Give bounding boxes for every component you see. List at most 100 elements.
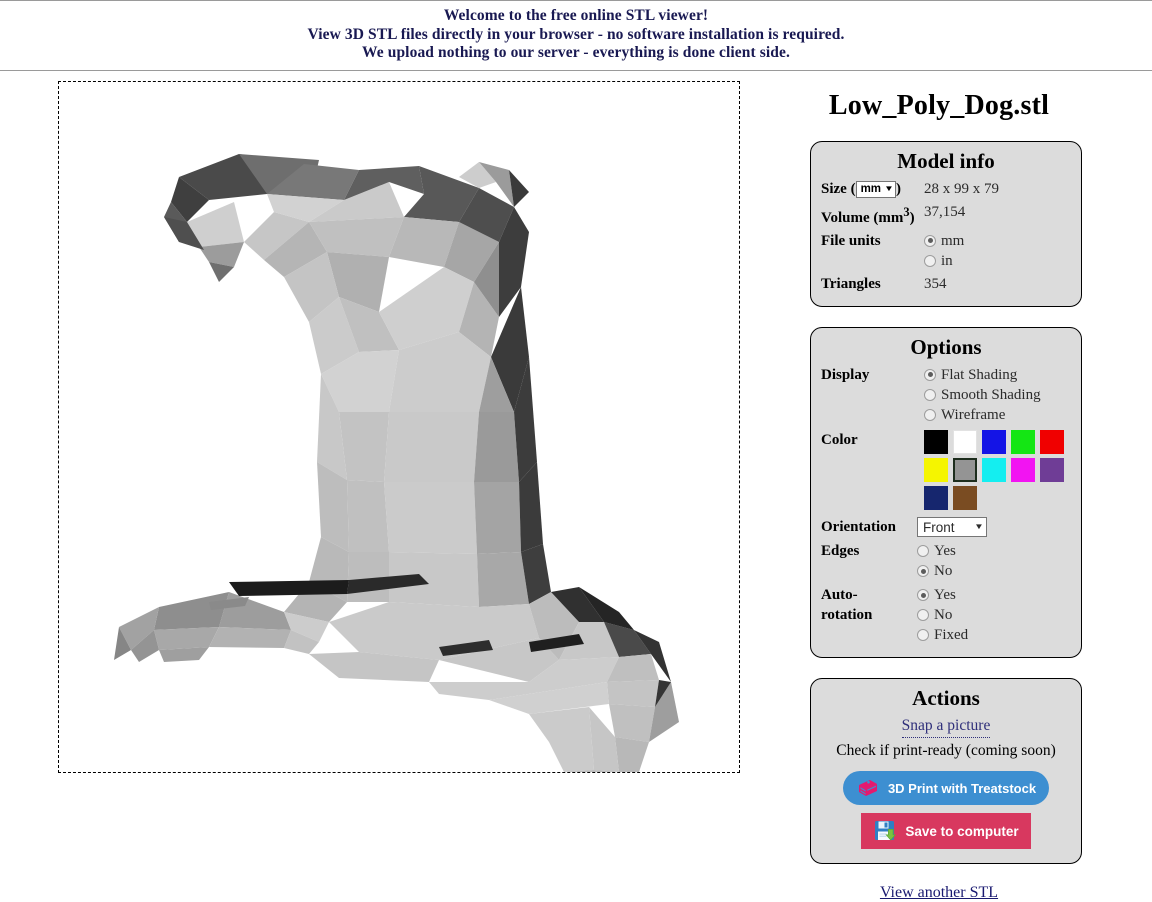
triangles-row: Triangles 354	[821, 273, 1071, 294]
floppy-disk-save-icon	[873, 819, 897, 843]
size-row: Size (mm▼) 28 x 99 x 79	[821, 178, 1071, 199]
display-row: Display Flat Shading Smooth Shading Wire…	[821, 364, 1071, 425]
autorotation-option-no[interactable]: No	[917, 605, 1071, 625]
header-line-1: Welcome to the free online STL viewer!	[0, 7, 1152, 26]
autorotation-option-fixed-label: Fixed	[934, 625, 968, 645]
model-info-panel: Model info Size (mm▼) 28 x 99 x 79 Volum…	[810, 141, 1082, 307]
chevron-down-icon: ▼	[974, 523, 984, 531]
color-swatch-blue[interactable]	[982, 430, 1006, 454]
cake-slice-icon	[856, 777, 880, 799]
radio-icon[interactable]	[924, 409, 936, 421]
treatstock-print-button[interactable]: 3D Print with Treatstock	[843, 771, 1049, 805]
stl-viewer-canvas[interactable]	[58, 81, 740, 773]
orientation-label: Orientation	[821, 516, 917, 537]
edges-option-yes[interactable]: Yes	[917, 541, 1071, 561]
viewer-column	[0, 71, 740, 773]
autorotation-option-yes[interactable]: Yes	[917, 585, 1071, 605]
radio-icon[interactable]	[917, 629, 929, 641]
view-another-stl-link[interactable]: View another STL	[880, 884, 998, 901]
color-swatch-gray[interactable]	[953, 458, 977, 482]
size-unit-value: mm	[861, 182, 885, 197]
chevron-down-icon: ▼	[884, 185, 894, 193]
print-ready-text: Check if print-ready (coming soon)	[821, 739, 1071, 763]
radio-icon[interactable]	[924, 235, 936, 247]
display-option-wireframe-label: Wireframe	[941, 405, 1005, 425]
triangles-label: Triangles	[821, 273, 924, 294]
options-title: Options	[821, 334, 1071, 360]
main-content: Low_Poly_Dog.stl Model info Size (mm▼) 2…	[0, 71, 1152, 902]
volume-label-end: )	[910, 210, 915, 226]
header-line-3: We upload nothing to our server - everyt…	[0, 44, 1152, 63]
size-unit-select[interactable]: mm▼	[856, 181, 896, 198]
file-units-option-in[interactable]: in	[924, 251, 1071, 271]
size-label-prefix: Size (	[821, 181, 856, 197]
autorotation-option-no-label: No	[934, 605, 952, 625]
color-swatch-purple[interactable]	[1040, 458, 1064, 482]
triangles-value: 354	[924, 273, 1071, 294]
color-swatch-navy[interactable]	[924, 486, 948, 510]
volume-label: Volume (mm3)	[821, 201, 924, 228]
file-units-row: File units mm in	[821, 230, 1071, 271]
file-units-radios: mm in	[924, 230, 1071, 271]
color-swatch-yellow[interactable]	[924, 458, 948, 482]
volume-label-text: Volume (mm	[821, 210, 903, 226]
volume-value: 37,154	[924, 201, 1071, 222]
size-label: Size (mm▼)	[821, 178, 924, 199]
color-swatch-magenta[interactable]	[1011, 458, 1035, 482]
footer: View another STL	[740, 884, 1152, 902]
snap-a-picture-link[interactable]: Snap a picture	[902, 715, 991, 738]
file-units-option-in-label: in	[941, 251, 953, 271]
header-line-2: View 3D STL files directly in your brows…	[0, 26, 1152, 45]
save-to-computer-button[interactable]: Save to computer	[861, 813, 1031, 849]
radio-icon[interactable]	[917, 565, 929, 577]
file-units-label: File units	[821, 230, 924, 251]
size-value: 28 x 99 x 79	[924, 178, 1071, 199]
radio-icon[interactable]	[924, 369, 936, 381]
color-swatch-green[interactable]	[1011, 430, 1035, 454]
autorotation-radios: Yes No Fixed	[917, 584, 1071, 645]
color-swatch-black[interactable]	[924, 430, 948, 454]
actions-title: Actions	[821, 685, 1071, 711]
orientation-value: Front	[923, 520, 975, 535]
radio-icon[interactable]	[917, 609, 929, 621]
file-units-option-mm-label: mm	[941, 231, 964, 251]
display-label: Display	[821, 364, 924, 385]
autorotation-label-line1: Auto-	[821, 585, 917, 605]
autorotation-option-yes-label: Yes	[934, 585, 956, 605]
color-swatch-cyan[interactable]	[982, 458, 1006, 482]
autorotation-option-fixed[interactable]: Fixed	[917, 625, 1071, 645]
display-option-smooth-shading-label: Smooth Shading	[941, 385, 1041, 405]
low-poly-dog-model[interactable]	[59, 82, 739, 772]
display-option-smooth-shading[interactable]: Smooth Shading	[924, 385, 1071, 405]
size-label-suffix: )	[896, 181, 901, 197]
display-option-wireframe[interactable]: Wireframe	[924, 405, 1071, 425]
radio-icon[interactable]	[924, 255, 936, 267]
edges-row: Edges Yes No	[821, 540, 1071, 581]
autorotation-label-line2: rotation	[821, 605, 917, 625]
edges-label: Edges	[821, 540, 917, 561]
page-header: Welcome to the free online STL viewer! V…	[0, 1, 1152, 70]
radio-icon[interactable]	[917, 589, 929, 601]
autorotation-row: Auto- rotation Yes No Fixed	[821, 584, 1071, 645]
file-units-option-mm[interactable]: mm	[924, 231, 1071, 251]
autorotation-label: Auto- rotation	[821, 584, 917, 625]
display-radios: Flat Shading Smooth Shading Wireframe	[924, 364, 1071, 425]
color-swatch-red[interactable]	[1040, 430, 1064, 454]
edges-option-no-label: No	[934, 561, 952, 581]
volume-row: Volume (mm3) 37,154	[821, 201, 1071, 228]
orientation-row: Orientation Front▼	[821, 516, 1071, 538]
display-option-flat-shading-label: Flat Shading	[941, 365, 1017, 385]
model-info-title: Model info	[821, 148, 1071, 174]
color-label: Color	[821, 429, 924, 450]
radio-icon[interactable]	[917, 545, 929, 557]
treatstock-print-button-label: 3D Print with Treatstock	[888, 781, 1036, 796]
color-row: Color	[821, 429, 1071, 514]
color-swatch-brown[interactable]	[953, 486, 977, 510]
color-swatch-white[interactable]	[953, 430, 977, 454]
actions-panel: Actions Snap a picture Check if print-re…	[810, 678, 1082, 864]
options-panel: Options Display Flat Shading Smooth Shad…	[810, 327, 1082, 659]
edges-option-no[interactable]: No	[917, 561, 1071, 581]
orientation-select[interactable]: Front▼	[917, 517, 987, 537]
radio-icon[interactable]	[924, 389, 936, 401]
display-option-flat-shading[interactable]: Flat Shading	[924, 365, 1071, 385]
